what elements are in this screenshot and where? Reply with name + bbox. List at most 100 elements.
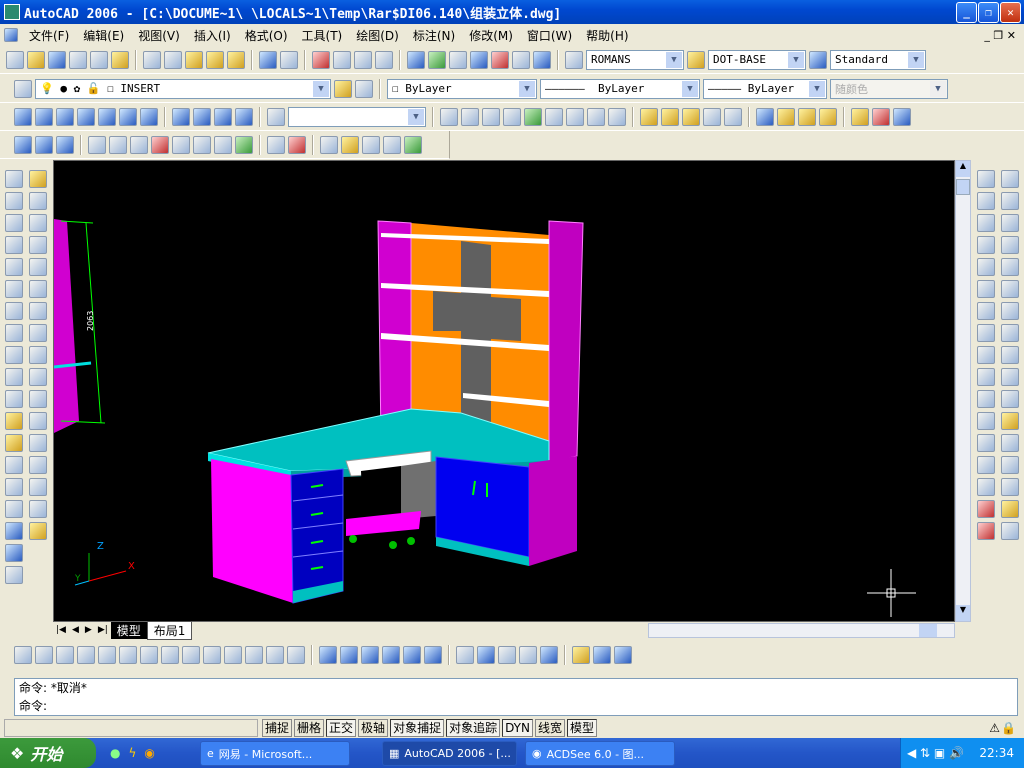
task-acdsee[interactable]: ◉ ACDSee 6.0 - 图... — [525, 741, 675, 766]
leader-icon[interactable] — [1001, 412, 1019, 430]
check-icon[interactable] — [404, 135, 422, 154]
ellipse-arc-icon[interactable] — [5, 390, 23, 408]
tab-layout1[interactable]: 布局1 — [146, 620, 193, 640]
tab-prev-button[interactable]: ◀ — [69, 625, 82, 635]
snap-center-icon[interactable] — [977, 324, 995, 342]
top-view-icon[interactable] — [35, 107, 53, 126]
circle-icon[interactable] — [5, 302, 23, 320]
grid-toggle[interactable]: 栅格 — [294, 719, 325, 737]
aligned-dimension-icon[interactable] — [1001, 192, 1019, 210]
zoom-all-icon[interactable] — [587, 107, 605, 126]
explode-icon[interactable] — [29, 522, 47, 540]
menu-draw[interactable]: 绘图(D) — [349, 27, 406, 44]
arc-length-icon[interactable] — [1001, 214, 1019, 232]
dimension-update-icon[interactable] — [1001, 522, 1019, 540]
setup-drawing-icon[interactable] — [572, 646, 590, 664]
lights-icon[interactable] — [872, 107, 890, 126]
polar-toggle[interactable]: 极轴 — [358, 719, 389, 737]
lock-icon[interactable]: 🔒 — [1001, 721, 1016, 735]
chevron-down-icon[interactable]: ▼ — [313, 80, 329, 97]
quicklaunch-qq-icon[interactable]: ● — [110, 746, 120, 760]
pan-icon[interactable] — [312, 50, 330, 69]
extend-icon[interactable] — [29, 390, 47, 408]
snap-from-icon[interactable] — [977, 192, 995, 210]
text-style-select[interactable]: ROMANS ▼ — [586, 49, 684, 70]
calculator-icon[interactable] — [512, 50, 530, 69]
move-faces-icon[interactable] — [172, 135, 190, 154]
osnap-toggle[interactable]: 对象捕捉 — [390, 719, 445, 737]
layer-previous-icon[interactable] — [355, 79, 373, 98]
delete-faces-icon[interactable] — [214, 135, 232, 154]
render-icon[interactable] — [851, 107, 869, 126]
right-view-icon[interactable] — [98, 107, 116, 126]
named-view-select[interactable]: ▼ — [288, 106, 426, 127]
fillet-icon[interactable] — [29, 500, 47, 518]
scale-icon[interactable] — [29, 324, 47, 342]
slice-icon[interactable] — [498, 646, 516, 664]
ne-iso-icon[interactable] — [214, 107, 232, 126]
se-iso-icon[interactable] — [193, 107, 211, 126]
ucs-3point-icon[interactable] — [161, 646, 179, 664]
ordinate-dimension-icon[interactable] — [1001, 236, 1019, 254]
chevron-down-icon[interactable]: ▼ — [408, 108, 424, 125]
publish-icon[interactable] — [111, 50, 129, 69]
ucs-preset-icon[interactable] — [287, 646, 305, 664]
rotate-faces-icon[interactable] — [235, 135, 253, 154]
setup-profile-icon[interactable] — [614, 646, 632, 664]
arc-icon[interactable] — [5, 280, 23, 298]
make-block-icon[interactable] — [5, 434, 23, 452]
inquiry-distance-icon[interactable] — [640, 107, 658, 126]
menu-window[interactable]: 窗口(W) — [520, 27, 579, 44]
construction-line-icon[interactable] — [5, 192, 23, 210]
intersect-icon[interactable] — [130, 135, 148, 154]
tray-icons[interactable]: ◀ ⇅ ▣ 🔊 — [901, 746, 964, 760]
minimize-button[interactable]: _ — [956, 2, 977, 23]
extrude-faces-icon[interactable] — [151, 135, 169, 154]
zoom-dynamic-icon[interactable] — [461, 107, 479, 126]
front-view-icon[interactable] — [119, 107, 137, 126]
snap-node-icon[interactable] — [977, 456, 995, 474]
menu-dimension[interactable]: 标注(N) — [406, 27, 462, 44]
shell-icon[interactable] — [383, 135, 401, 154]
bottom-view-icon[interactable] — [56, 107, 74, 126]
ucs-view-icon[interactable] — [98, 646, 116, 664]
ucs-zaxis-icon[interactable] — [140, 646, 158, 664]
scroll-up-button[interactable]: ▲ — [956, 161, 970, 177]
zoom-extents-icon[interactable] — [608, 107, 626, 126]
new-icon[interactable] — [6, 50, 24, 69]
stretch-icon[interactable] — [29, 346, 47, 364]
menu-modify[interactable]: 修改(M) — [462, 27, 520, 44]
region-icon[interactable] — [5, 522, 23, 540]
command-prompt[interactable]: 命令: — [15, 697, 1017, 715]
point-icon[interactable] — [5, 456, 23, 474]
snap-toggle[interactable]: 捕捉 — [262, 719, 293, 737]
table-style-icon[interactable] — [809, 50, 827, 69]
join-icon[interactable] — [29, 456, 47, 474]
draworder-icon[interactable] — [756, 107, 774, 126]
zoom-object-icon[interactable] — [524, 107, 542, 126]
zoom-window-icon[interactable] — [440, 107, 458, 126]
menu-edit[interactable]: 编辑(E) — [76, 27, 131, 44]
free-orbit-icon[interactable] — [35, 135, 53, 154]
dyn-toggle[interactable]: DYN — [502, 719, 533, 737]
ucs-apply-icon[interactable] — [245, 646, 263, 664]
tab-next-button[interactable]: ▶ — [82, 625, 95, 635]
menu-format[interactable]: 格式(O) — [238, 27, 295, 44]
zoom-center-icon[interactable] — [503, 107, 521, 126]
zoom-in-icon[interactable] — [545, 107, 563, 126]
clean-icon[interactable] — [341, 135, 359, 154]
model-toggle[interactable]: 模型 — [567, 719, 598, 737]
open-icon[interactable] — [27, 50, 45, 69]
mirror-icon[interactable] — [29, 214, 47, 232]
layer-select[interactable]: 💡 ● ✿ 🔓 ☐ INSERT ▼ — [35, 78, 331, 99]
dimension-edit-icon[interactable] — [1001, 478, 1019, 496]
left-view-icon[interactable] — [77, 107, 95, 126]
copy-icon[interactable] — [164, 50, 182, 69]
copy-object-icon[interactable] — [29, 192, 47, 210]
torus-icon[interactable] — [424, 646, 442, 664]
markup-icon[interactable] — [491, 50, 509, 69]
text-style-icon[interactable] — [565, 50, 583, 69]
snap-perpendicular-icon[interactable] — [977, 390, 995, 408]
edit-icon[interactable] — [777, 107, 795, 126]
radius-dimension-icon[interactable] — [1001, 258, 1019, 276]
